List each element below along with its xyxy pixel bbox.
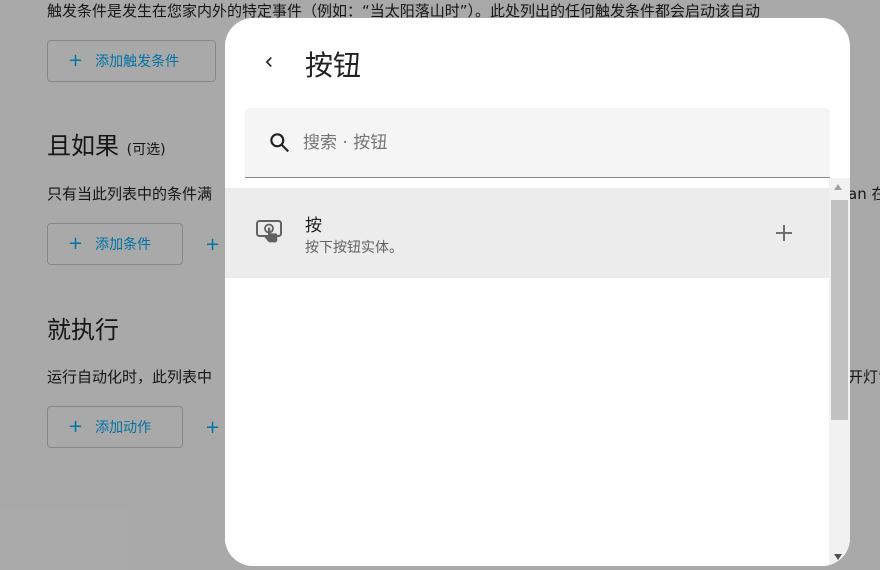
add-item-button[interactable]	[771, 220, 797, 246]
item-title: 按	[305, 216, 322, 236]
search-input[interactable]	[303, 126, 803, 160]
scroll-down-arrow-icon[interactable]	[834, 554, 842, 560]
dialog-header: 按钮	[225, 18, 850, 108]
trigger-list: 按 按下按钮实体。	[225, 188, 829, 566]
plus-icon	[776, 225, 792, 241]
search-icon	[270, 133, 289, 153]
search-field[interactable]	[245, 108, 830, 178]
back-button[interactable]	[253, 46, 285, 78]
scroll-thumb[interactable]	[831, 200, 848, 420]
chevron-left-icon	[265, 57, 272, 67]
gesture-tap-button-icon	[256, 220, 282, 243]
list-item[interactable]: 按 按下按钮实体。	[225, 188, 829, 278]
dialog-title: 按钮	[305, 49, 362, 82]
item-description: 按下按钮实体。	[305, 240, 403, 256]
scroll-up-arrow-icon[interactable]	[834, 184, 842, 190]
add-trigger-dialog: 按钮 按 按下按钮实体。	[225, 18, 850, 566]
list-scrollbar[interactable]	[829, 178, 850, 566]
